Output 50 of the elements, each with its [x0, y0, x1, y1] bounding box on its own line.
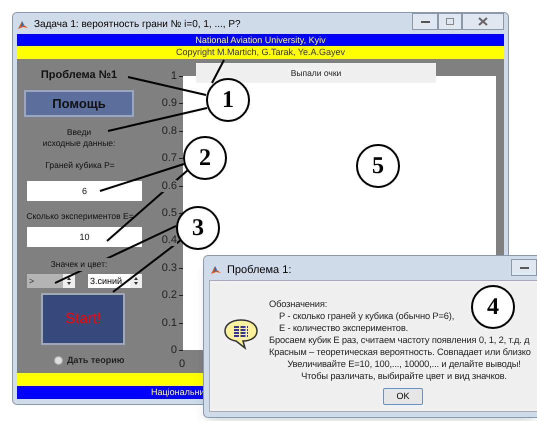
close-icon: [478, 17, 488, 26]
leader-line: [211, 60, 225, 84]
field-label: Граней кубика P=: [44, 159, 116, 172]
close-button[interactable]: [462, 13, 504, 30]
copyright-banner: Copyright M.Martich, G.Tarak, Ye.A.Gayev: [17, 46, 504, 59]
radio-button[interactable]: [54, 356, 63, 366]
minimize-button[interactable]: [412, 13, 438, 30]
tick-label: 0.9: [162, 97, 177, 109]
tick-label: 0.5: [162, 207, 177, 219]
speech-bubble-icon: [223, 318, 259, 350]
app-logo-icon: [17, 18, 29, 30]
dialog-text: Красным – теоретическая вероятность. Совпадает или близко: [269, 346, 531, 358]
number-field[interactable]: 10: [27, 227, 142, 247]
dialog-text: E - количество экспериментов.: [279, 322, 408, 334]
plot-title: Выпали очки: [196, 63, 436, 83]
minimize-button[interactable]: [511, 259, 537, 276]
spinner-field[interactable]: 3.синий: [88, 274, 142, 288]
tick-label: 0.3: [162, 262, 177, 274]
tick-label: 0.1: [162, 317, 177, 329]
maximize-button[interactable]: [438, 13, 462, 30]
tick-label: 1: [170, 70, 177, 82]
field-label: Сколько экспериментов E=: [25, 210, 135, 223]
minimize-icon: [520, 266, 528, 268]
maximize-icon: [446, 18, 454, 25]
problem-title: Проблема №1: [40, 68, 118, 83]
prompt-text: исходные данные:: [42, 137, 116, 150]
dialog-title: Проблема 1:: [227, 263, 292, 278]
tick-label: 0.4: [162, 234, 177, 246]
tick-label: 0.7: [162, 152, 177, 164]
university-banner: National Aviation University, Kyiv: [17, 34, 504, 46]
tick-label: 0: [179, 357, 186, 372]
radio-label: Дать теорию: [67, 354, 124, 367]
tick-label: 0.6: [162, 180, 177, 192]
help-button[interactable]: Помощь: [24, 90, 134, 117]
minimize-icon: [420, 20, 430, 22]
number-field[interactable]: 6: [27, 181, 142, 201]
dialog-text: Увеличивайте E=10, 100,..., 10000,... и делайте выводы!: [287, 358, 521, 370]
ok-button[interactable]: OK: [383, 388, 423, 405]
prompt-text: Введи: [66, 126, 92, 139]
tick-label: 0: [170, 344, 177, 356]
spin-arrows-icon[interactable]: [130, 274, 142, 288]
dialog-text: P - сколько граней у кубика (обычно P=6),: [279, 310, 454, 322]
tick-label: 0.8: [162, 125, 177, 137]
dialog-text: Обозначения:: [269, 298, 328, 310]
window-title: Задача 1: вероятность грани № i=0, 1, ..., P?: [34, 18, 241, 32]
tick-label: 0.2: [162, 289, 177, 301]
dialog-text: Чтобы различать, выбирайте цвет и вид значков.: [301, 370, 507, 382]
footer-text: Національни: [151, 386, 205, 399]
app-logo-icon: [210, 264, 222, 276]
dialog-text: Бросаем кубик E раз, считаем частоту появления 0, 1, 2, т.д. д: [269, 334, 530, 346]
